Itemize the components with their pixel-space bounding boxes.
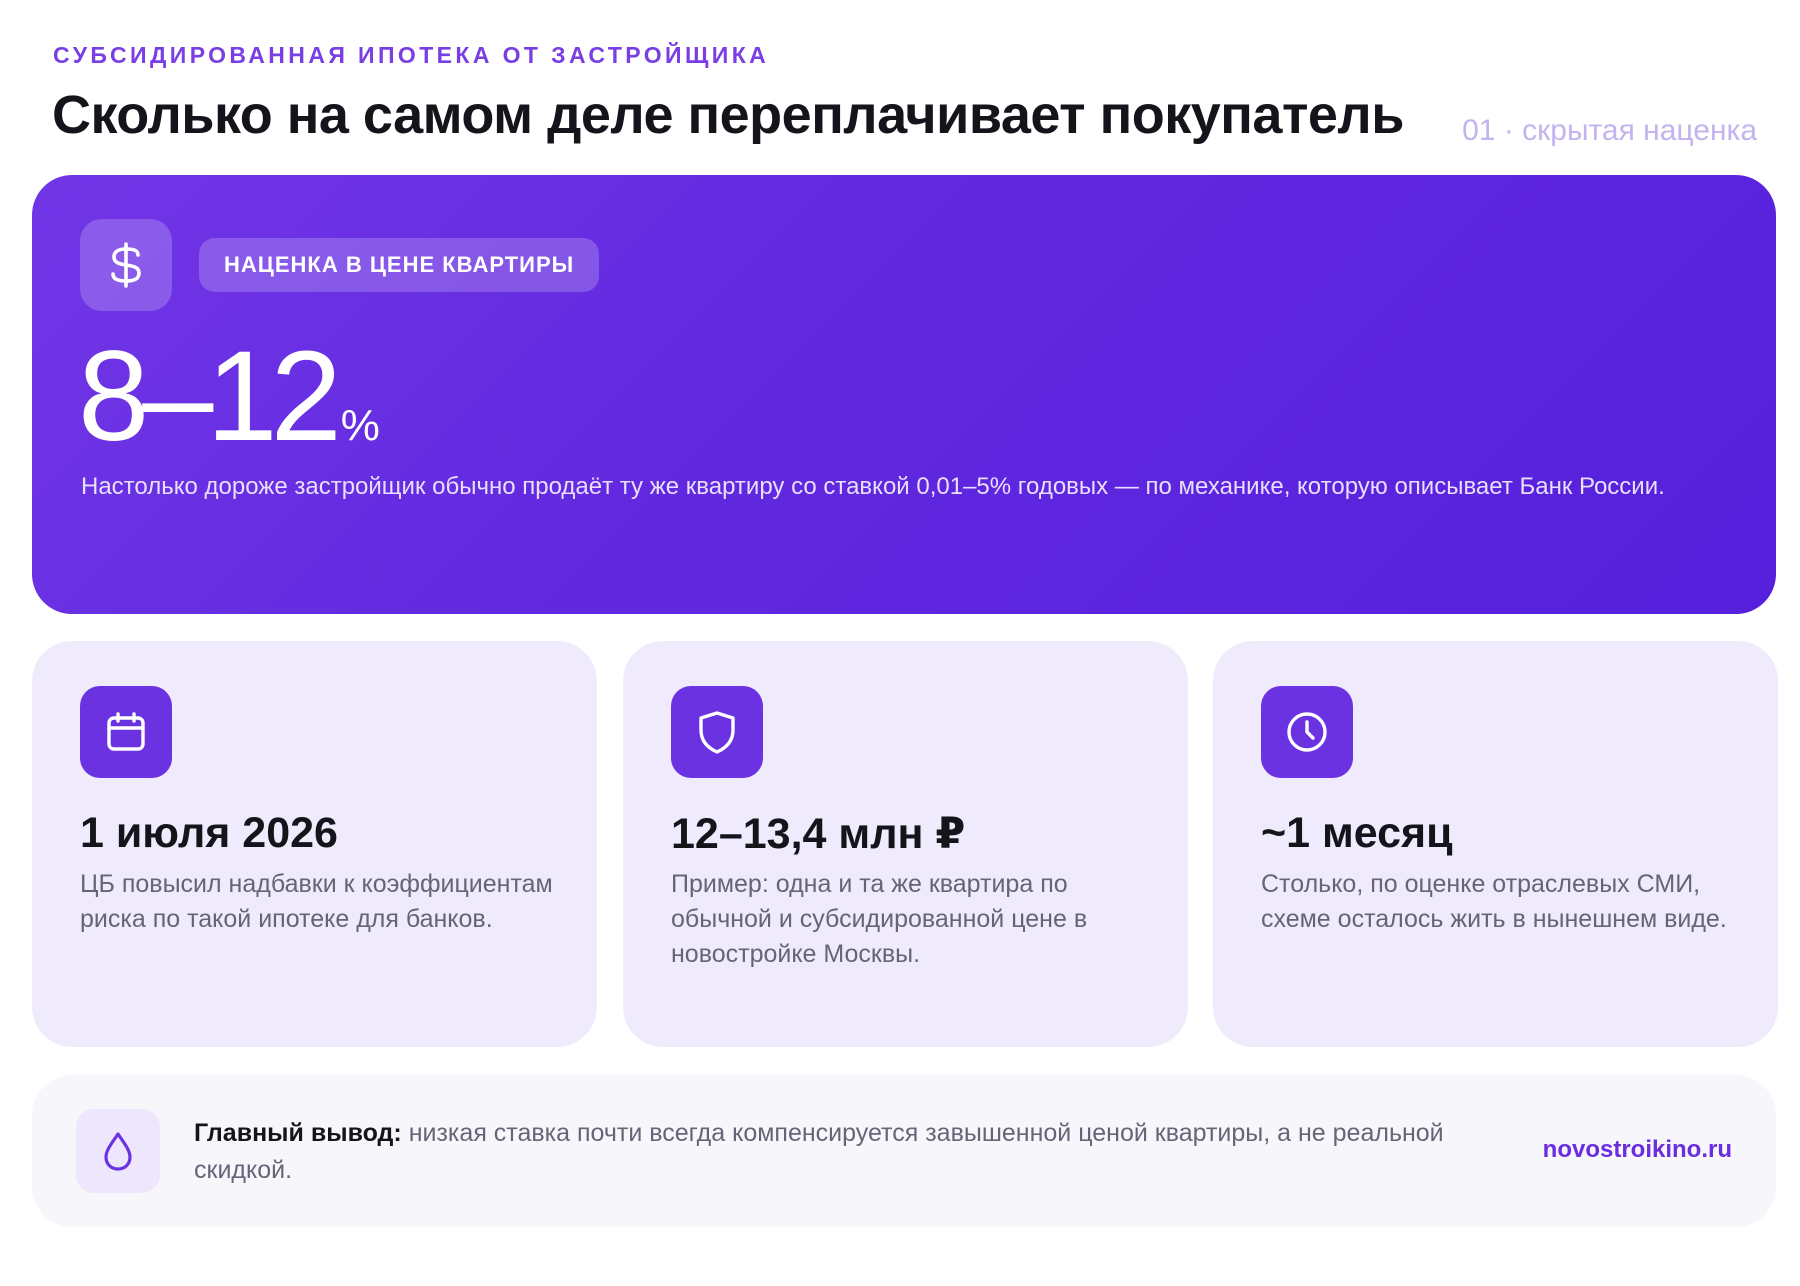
calendar-icon [80,686,172,778]
hero-badge: НАЦЕНКА В ЦЕНЕ КВАРТИРЫ [199,238,600,292]
stat-value: 12–13,4 млн ₽ [671,810,966,858]
stat-description: Пример: одна и та же квартира по обычной… [671,870,1088,968]
dollar-icon [80,219,172,311]
stat-card: 12–13,4 млн ₽ Пример: одна и та же кварт… [623,641,1188,1047]
site-link[interactable]: novostroikino.ru [1543,1136,1732,1164]
kicker: СУБСИДИРОВАННАЯ ИПОТЕКА ОТ ЗАСТРОЙЩИКА [53,42,770,68]
stat-description: ЦБ повысил надбавки к коэффициентам риск… [80,870,553,933]
stat-value: ~1 месяц [1261,809,1453,857]
clock-icon [1261,686,1353,778]
summary-text: Главный вывод: низкая ставка почти всегд… [194,1115,1484,1189]
hero-value-unit: % [340,401,380,450]
stat-card: ~1 месяц Столько, по оценке отраслевых С… [1213,641,1778,1047]
section-tag: 01 · скрытая наценка [1462,114,1757,147]
shield-icon [671,686,763,778]
stat-card: 1 июля 2026 ЦБ повысил надбавки к коэффи… [32,641,597,1047]
hero-card: НАЦЕНКА В ЦЕНЕ КВАРТИРЫ 8–12% Настолько … [32,175,1776,614]
hero-value-number: 8–12 [78,325,342,468]
summary-label: Главный вывод: [194,1119,402,1147]
stat-description: Столько, по оценке отраслевых СМИ, схеме… [1261,870,1727,933]
stat-value: 1 июля 2026 [80,809,338,857]
page-title: Сколько на самом деле переплачивает поку… [52,85,1404,145]
summary-panel: Главный вывод: низкая ставка почти всегд… [32,1075,1776,1227]
drop-icon [76,1109,160,1193]
hero-description: Настолько дороже застройщик обычно прода… [81,473,1665,500]
hero-value: 8–12% [78,333,380,461]
